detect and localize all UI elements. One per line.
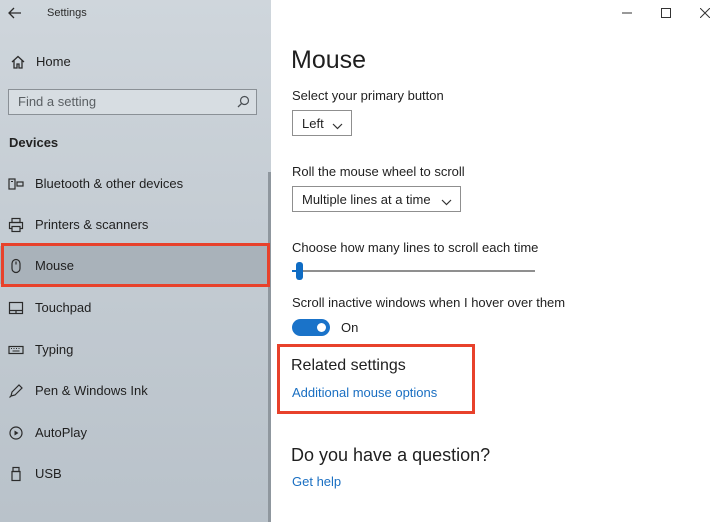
inactive-scroll-toggle[interactable] [292,319,330,336]
chevron-down-icon [441,194,452,209]
autoplay-icon [8,425,24,441]
highlight-box-mouse [1,243,270,287]
get-help-link[interactable]: Get help [292,474,341,489]
minimize-icon [622,12,632,14]
minimize-button[interactable] [617,4,637,22]
sidebar-item-label: Bluetooth & other devices [35,176,184,191]
maximize-button[interactable] [656,4,676,22]
app-title: Settings [47,7,87,19]
search-icon[interactable] [237,95,250,113]
question-heading: Do you have a question? [291,445,491,465]
sidebar-item-printers[interactable]: Printers & scanners [0,205,268,243]
sidebar-item-usb[interactable]: USB [0,454,268,492]
toggle-knob [317,323,326,332]
lines-to-scroll-label: Choose how many lines to scroll each tim… [292,240,539,255]
bluetooth-icon [8,176,24,192]
sidebar-item-autoplay[interactable]: AutoPlay [0,413,268,451]
lines-to-scroll-slider[interactable] [292,262,535,280]
search-box[interactable] [8,89,257,115]
sidebar-item-home[interactable]: Home [0,48,271,76]
sidebar-item-touchpad[interactable]: Touchpad [0,288,268,326]
primary-button-label: Select your primary button [292,88,444,103]
pen-icon [8,383,24,399]
home-icon [10,54,26,75]
back-arrow-icon [8,7,21,19]
sidebar-item-label: Pen & Windows Ink [35,383,148,398]
chevron-down-icon [332,118,343,133]
toggle-state-label: On [341,320,359,335]
inactive-scroll-label: Scroll inactive windows when I hover ove… [292,295,566,310]
primary-button-value: Left [302,115,324,131]
highlight-box-related-settings [277,344,475,414]
close-icon [700,8,710,18]
touchpad-icon [8,300,24,316]
page-title: Mouse [291,46,367,74]
wheel-scroll-dropdown[interactable]: Multiple lines at a time [292,186,461,212]
home-label: Home [36,54,71,69]
search-input[interactable] [9,90,229,113]
back-button[interactable] [4,2,26,24]
printer-icon [8,217,24,233]
maximize-icon [661,8,671,18]
sidebar-item-label: Touchpad [35,300,92,315]
wheel-scroll-label: Roll the mouse wheel to scroll [292,164,465,179]
sidebar-item-label: Printers & scanners [35,217,149,232]
keyboard-icon [8,342,24,358]
section-heading-devices: Devices [9,135,59,150]
wheel-scroll-value: Multiple lines at a time [302,191,431,207]
sidebar-item-label: AutoPlay [35,425,88,440]
sidebar-item-typing[interactable]: Typing [0,330,268,368]
sidebar-item-bluetooth[interactable]: Bluetooth & other devices [0,164,268,202]
sidebar: Settings Home Devices Bluetooth & oth [0,0,271,522]
slider-thumb[interactable] [296,262,303,280]
sidebar-item-label: USB [35,466,62,481]
primary-button-dropdown[interactable]: Left [292,110,352,136]
content-pane: Mouse Select your primary button Left Ro… [271,0,725,522]
sidebar-item-pen[interactable]: Pen & Windows Ink [0,371,268,409]
sidebar-item-label: Typing [35,342,74,357]
title-bar: Settings [0,0,271,28]
close-button[interactable] [695,4,715,22]
usb-icon [8,466,24,482]
